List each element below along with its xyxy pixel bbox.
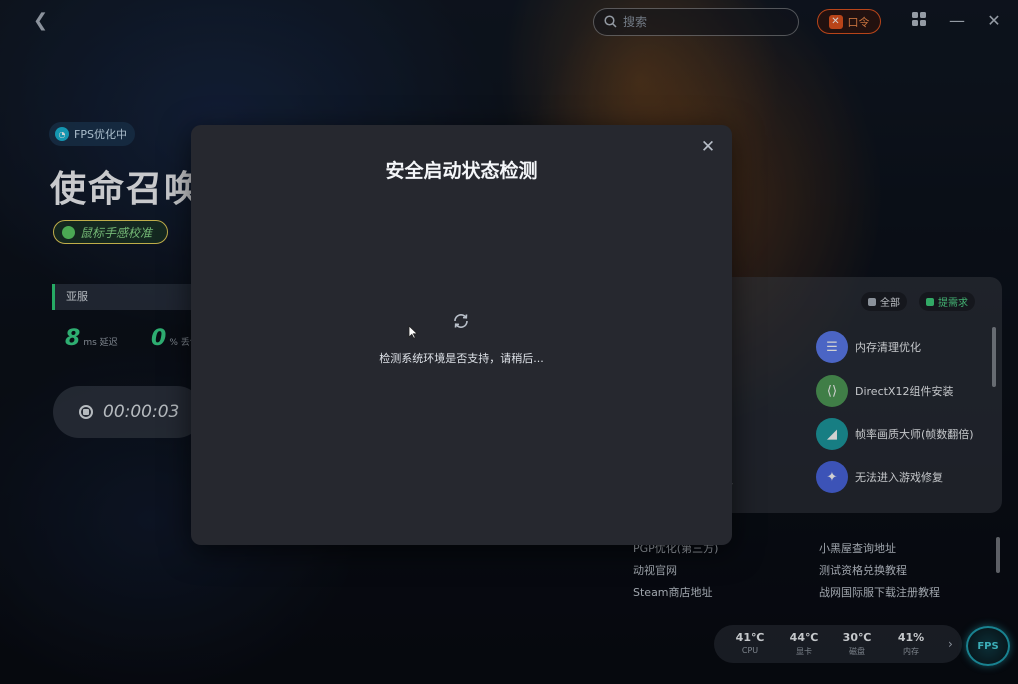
detection-status-text: 检测系统环境是否支持，请稍后... xyxy=(379,352,544,365)
close-icon[interactable]: ✕ xyxy=(699,138,717,156)
dialog-title: 安全启动状态检测 xyxy=(385,160,538,182)
loading-spinner-icon xyxy=(452,312,470,330)
secure-boot-check-dialog: 安全启动状态检测 ✕ 检测系统环境是否支持，请稍后... xyxy=(191,125,732,545)
mouse-cursor-icon xyxy=(408,324,418,339)
